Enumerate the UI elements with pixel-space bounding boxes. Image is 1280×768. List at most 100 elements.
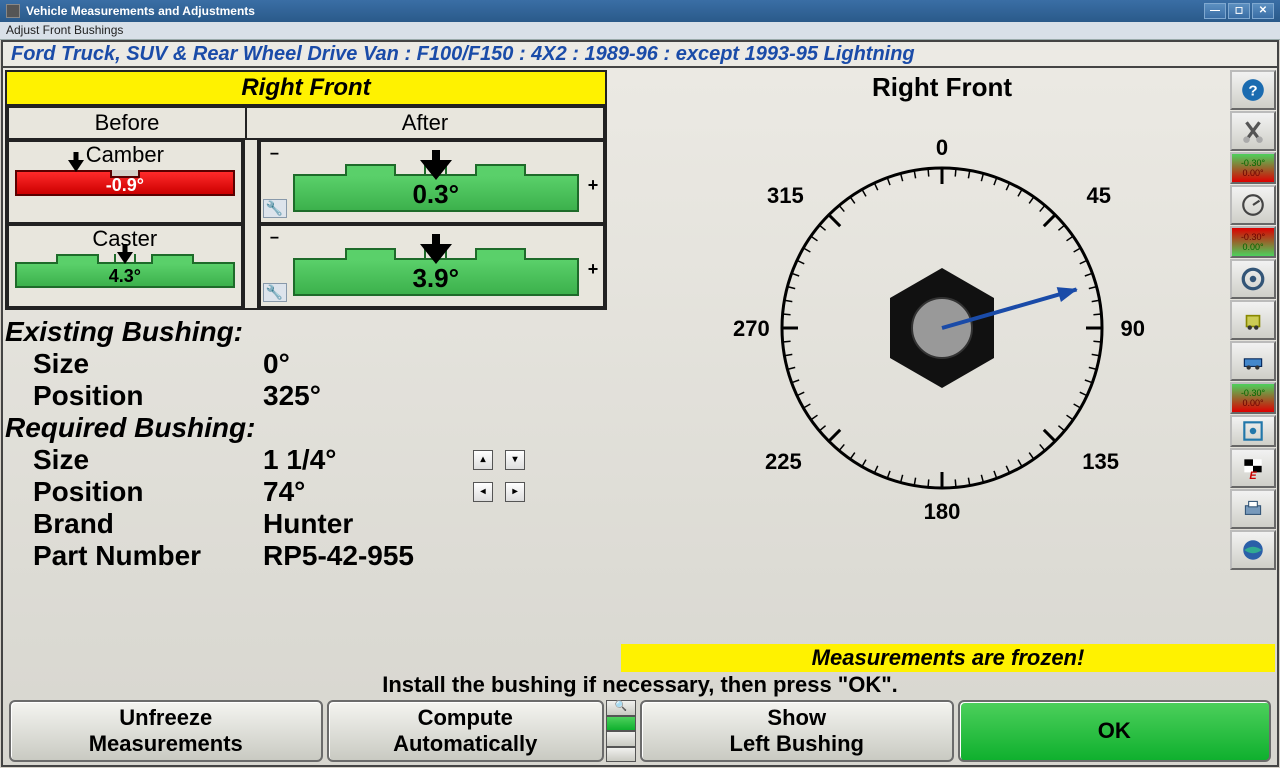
svg-text:?: ? — [1248, 82, 1257, 99]
compute-label-2: Automatically — [393, 731, 537, 757]
subtitle-bar: Adjust Front Bushings — [0, 22, 1280, 40]
caster-before-bar: 4.3° — [15, 262, 235, 288]
maximize-button[interactable]: ◻ — [1228, 3, 1250, 19]
window-title: Vehicle Measurements and Adjustments — [26, 4, 255, 18]
ok-label: OK — [1098, 718, 1131, 744]
tick-180: 180 — [924, 499, 961, 525]
compute-button[interactable]: Compute Automatically — [327, 700, 605, 762]
arrow-down-icon — [420, 160, 452, 180]
tick-315: 315 — [767, 183, 804, 209]
position-left-button[interactable]: ◂ — [473, 482, 493, 502]
show-label-2: Left Bushing — [730, 731, 864, 757]
required-header: Required Bushing: — [5, 412, 607, 444]
tool-target-button[interactable] — [1230, 415, 1276, 447]
caster-before-arrow-icon — [122, 244, 127, 252]
ok-button[interactable]: OK — [958, 700, 1272, 762]
mini-gray1[interactable] — [606, 731, 636, 747]
compute-label-1: Compute — [418, 705, 513, 731]
unfreeze-button[interactable]: Unfreeze Measurements — [9, 700, 323, 762]
tick-225: 225 — [765, 449, 802, 475]
tool-flag-button[interactable]: E — [1230, 448, 1276, 488]
position-right-button[interactable]: ▸ — [505, 482, 525, 502]
size-up-button[interactable]: ▴ — [473, 450, 493, 470]
show-label-1: Show — [767, 705, 826, 731]
grid-title: Right Front — [7, 72, 605, 106]
tool-steering-button[interactable] — [1230, 259, 1276, 299]
caster-after-cell: − 🔧 3.9° — [259, 224, 606, 308]
tick-270: 270 — [733, 316, 770, 342]
close-button[interactable]: ✕ — [1252, 3, 1274, 19]
required-position-label: Position — [33, 476, 263, 508]
existing-size-value: 0° — [263, 348, 473, 380]
tool-scissors-button[interactable] — [1230, 111, 1276, 151]
zoom-icon[interactable]: 🔍 — [606, 700, 636, 716]
brand-value: Hunter — [263, 508, 473, 540]
tool-globe-button[interactable] — [1230, 530, 1276, 570]
arrow-down-icon — [420, 244, 452, 264]
right-column: Right Front 0 45 90 135 180 225 — [607, 68, 1277, 672]
help-button[interactable]: ? — [1230, 70, 1276, 110]
tick-45: 45 — [1087, 183, 1111, 209]
compute-mini-stack[interactable]: 🔍 — [606, 700, 636, 762]
required-size-value: 1 1/4° — [263, 444, 473, 476]
svg-text:E: E — [1249, 470, 1257, 481]
minimize-button[interactable]: — — [1204, 3, 1226, 19]
camber-before-cell: Camber -0.9° — [7, 140, 243, 224]
plus-icon: + — [583, 169, 603, 196]
camber-after-value: 0.3° — [295, 179, 578, 210]
tick-135: 135 — [1082, 449, 1119, 475]
partnum-label: Part Number — [33, 540, 263, 572]
tick-90: 90 — [1121, 316, 1145, 342]
show-left-button[interactable]: Show Left Bushing — [640, 700, 954, 762]
wrench-icon[interactable]: 🔧 — [263, 199, 287, 218]
caster-after-value: 3.9° — [295, 263, 578, 294]
main-frame: Ford Truck, SUV & Rear Wheel Drive Van :… — [1, 40, 1279, 767]
existing-size-label: Size — [33, 348, 263, 380]
minus-icon: − — [263, 146, 287, 164]
tool-readings3-button[interactable]: -0.30°0.00° — [1230, 382, 1276, 414]
subtitle-text: Adjust Front Bushings — [6, 23, 123, 37]
tool-vehicle2-button[interactable] — [1230, 341, 1276, 381]
before-header: Before — [7, 106, 245, 140]
size-stepper[interactable]: ▴ ▾ — [473, 450, 525, 470]
tool-vehicle-button[interactable] — [1230, 300, 1276, 340]
tick-0: 0 — [936, 135, 948, 161]
dial-title: Right Front — [607, 68, 1277, 103]
mini-green[interactable] — [606, 716, 636, 732]
mini-gray2[interactable] — [606, 747, 636, 763]
tool-readings1-button[interactable]: -0.30°0.00° — [1230, 152, 1276, 184]
arrow-down-icon — [117, 252, 133, 264]
measurement-grid: Right Front Before After Camber — [5, 70, 607, 310]
vehicle-description: Ford Truck, SUV & Rear Wheel Drive Van :… — [3, 42, 1277, 68]
caster-before-value: 4.3° — [17, 266, 233, 287]
camber-label: Camber — [9, 142, 241, 168]
app-icon — [6, 4, 20, 18]
partnum-value: RP5-42-955 — [263, 540, 473, 572]
wrench-icon[interactable]: 🔧 — [263, 283, 287, 302]
unfreeze-label-2: Measurements — [89, 731, 243, 757]
required-position-value: 74° — [263, 476, 473, 508]
window-titlebar: Vehicle Measurements and Adjustments — ◻… — [0, 0, 1280, 22]
bottom-button-row: Unfreeze Measurements Compute Automatica… — [3, 698, 1277, 764]
plus-icon: + — [583, 253, 603, 280]
tool-gauge-button[interactable] — [1230, 185, 1276, 225]
after-header: After — [245, 106, 605, 140]
minus-icon: − — [263, 230, 287, 248]
bushing-dial: 0 45 90 135 180 225 270 315 — [727, 113, 1157, 543]
caster-before-cell: Caster 4.3° — [7, 224, 243, 308]
required-size-label: Size — [33, 444, 263, 476]
bushing-info: Existing Bushing: Size 0° Position 325° … — [5, 310, 607, 572]
unfreeze-label-1: Unfreeze — [119, 705, 212, 731]
instruction-text: Install the bushing if necessary, then p… — [3, 672, 1277, 698]
camber-before-bar: -0.9° — [15, 170, 235, 196]
status-bar: Measurements are frozen! — [621, 644, 1275, 672]
brand-label: Brand — [33, 508, 263, 540]
position-stepper[interactable]: ◂ ▸ — [473, 482, 525, 502]
tool-print-button[interactable] — [1230, 489, 1276, 529]
tool-readings2-button[interactable]: -0.30°0.00° — [1230, 226, 1276, 258]
existing-position-value: 325° — [263, 380, 473, 412]
camber-before-arrow-icon — [74, 152, 79, 160]
size-down-button[interactable]: ▾ — [505, 450, 525, 470]
left-column: Right Front Before After Camber — [3, 68, 607, 672]
camber-before-value: -0.9° — [17, 175, 233, 196]
